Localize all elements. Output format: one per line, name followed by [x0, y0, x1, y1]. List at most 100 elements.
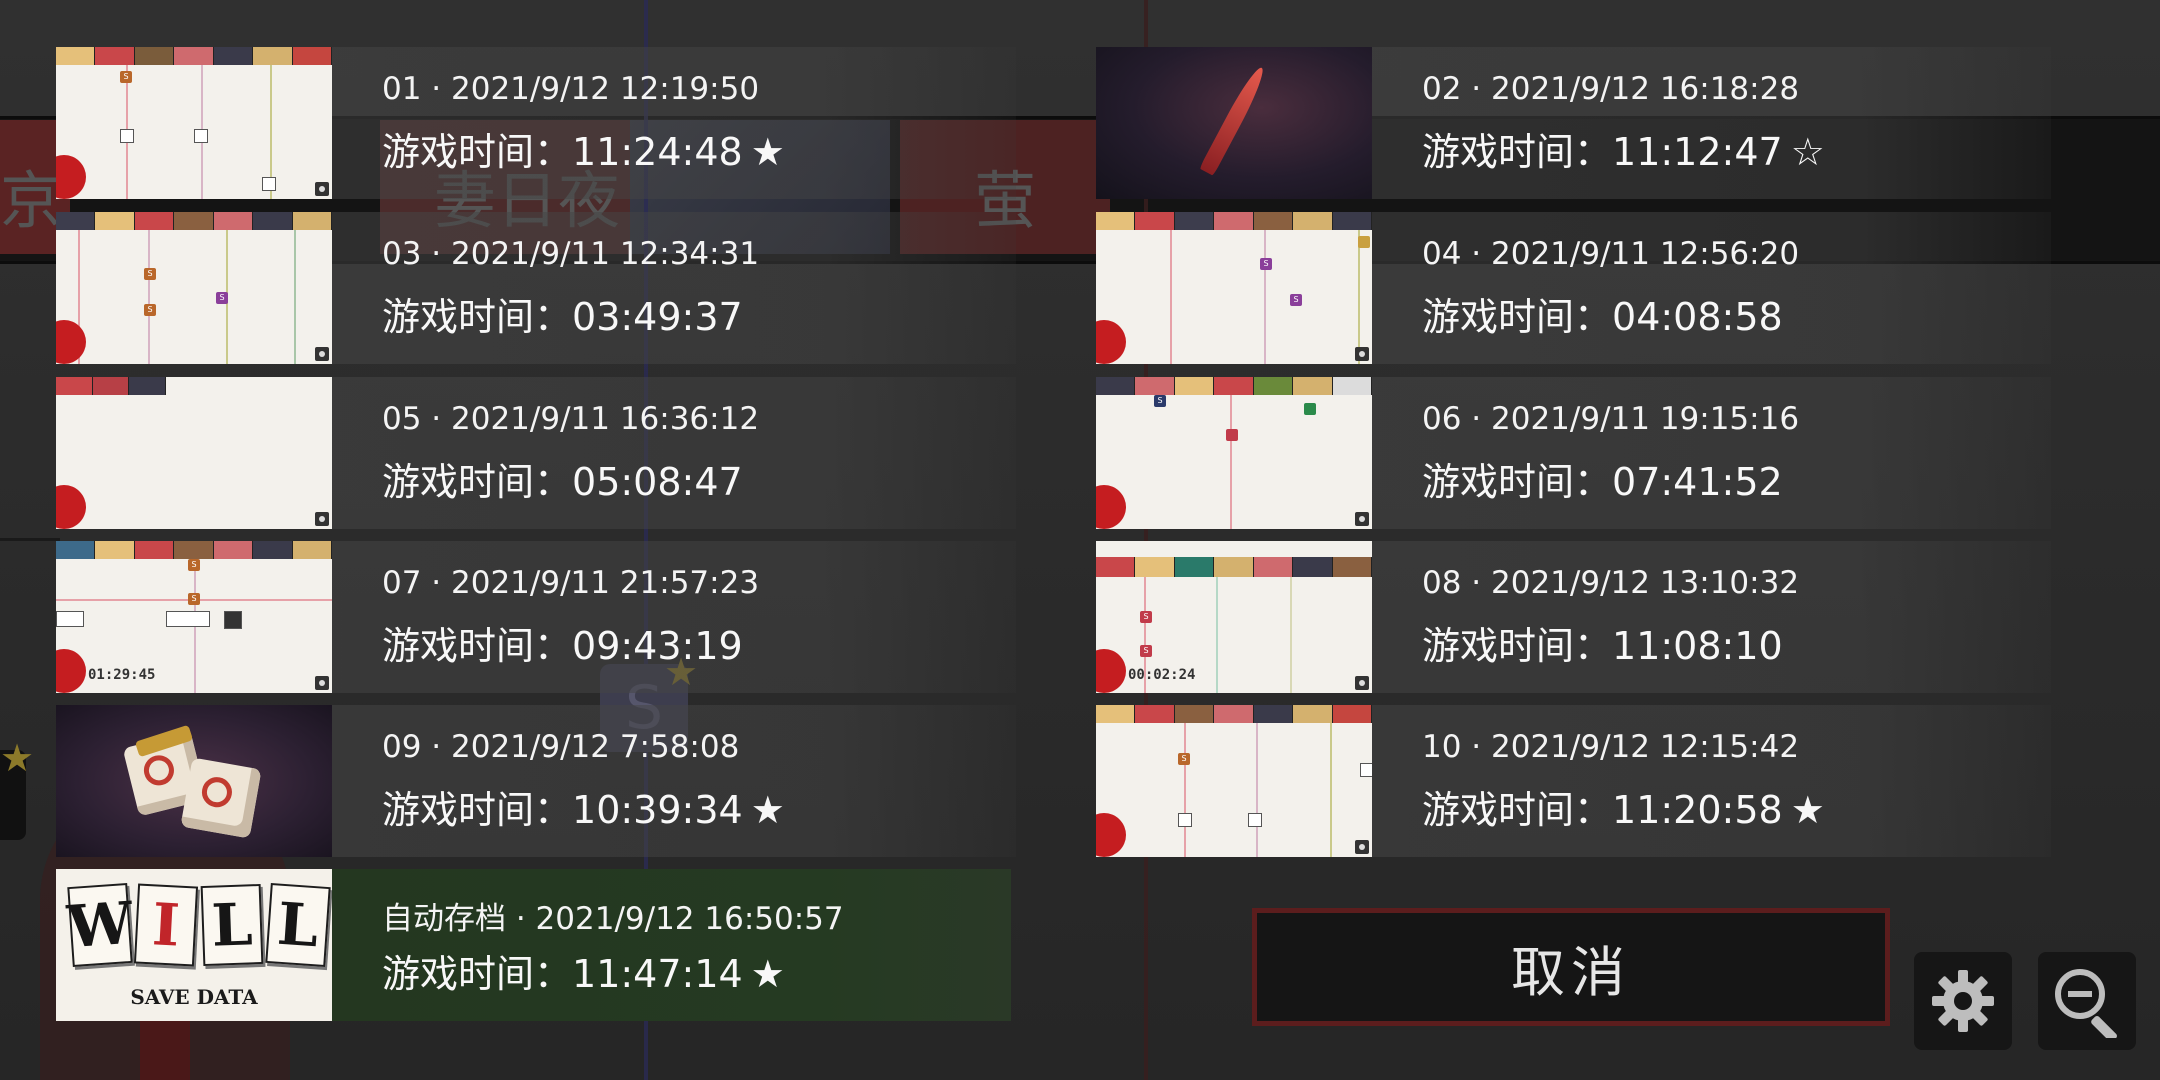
playtime-value: 11:24:48: [572, 130, 743, 174]
thumb-gear-icon: [315, 347, 329, 361]
thumb-postbox: [56, 320, 86, 364]
thumb-card: [1248, 813, 1262, 827]
favorite-star-icon[interactable]: ★: [751, 130, 785, 174]
playtime-value: 03:49:37: [572, 295, 743, 339]
thumb-character-bar: [56, 541, 332, 559]
slot-date: 自动存档 · 2021/9/12 16:50:57: [382, 901, 844, 937]
save-slot-07[interactable]: S S 01:29:45 07 · 2021/9/11 21:57:23 游戏时…: [56, 541, 1016, 693]
thumb-die: [180, 757, 262, 839]
slot-thumbnail: [56, 705, 332, 857]
thumb-postbox: [1096, 813, 1126, 857]
slot-playtime: 游戏时间：03:49:37: [382, 286, 751, 341]
thumb-s-tile: [1358, 236, 1370, 248]
thumb-character-bar: [1096, 377, 1372, 395]
thumb-card: [194, 129, 208, 143]
cancel-button[interactable]: 取消: [1252, 908, 1890, 1026]
logo-subtitle: SAVE DATA: [130, 985, 258, 1009]
save-slot-08[interactable]: S S 00:02:24 08 · 2021/9/12 13:10:32 游戏时…: [1096, 541, 2056, 693]
thumb-character-bar: [1096, 557, 1372, 577]
thumb-card: [262, 177, 276, 191]
thumb-card: [1178, 813, 1192, 827]
thumb-card: [224, 611, 242, 629]
slot-date: 04 · 2021/9/11 12:56:20: [1422, 236, 1800, 272]
thumb-gear-icon: [1355, 676, 1369, 690]
thumb-card: [56, 611, 84, 627]
save-slot-10[interactable]: S 10 · 2021/9/12 12:15:42 游戏时间：11:20:58 ★: [1096, 705, 2056, 857]
slot-date: 05 · 2021/9/11 16:36:12: [382, 401, 760, 437]
thumb-s-tile: S: [1140, 645, 1152, 657]
thumb-character-bar: [56, 212, 332, 230]
favorite-star-icon[interactable]: ☆: [1791, 130, 1825, 174]
playtime-value: 07:41:52: [1612, 460, 1783, 504]
thumb-route-line: [1216, 577, 1218, 693]
gear-icon: [1932, 970, 1994, 1032]
slot-date: 02 · 2021/9/12 16:18:28: [1422, 71, 1800, 107]
background-star-icon: ★: [0, 736, 35, 780]
save-slot-01[interactable]: S 01 · 2021/9/12 12:19:50 游戏时间：11:24:48 ★: [56, 47, 1016, 199]
thumb-gear-icon: [315, 676, 329, 690]
thumb-s-tile: S: [188, 559, 200, 571]
slot-thumbnail: S: [1096, 377, 1372, 529]
playtime-value: 11:08:10: [1612, 624, 1783, 668]
slot-thumbnail: S: [1096, 705, 1372, 857]
favorite-star-icon[interactable]: ★: [751, 788, 785, 832]
thumb-route-line: [148, 230, 150, 364]
playtime-label: 游戏时间：: [382, 295, 573, 339]
slot-date: 09 · 2021/9/12 7:58:08: [382, 729, 740, 765]
thumb-s-tile: S: [216, 292, 228, 304]
slot-thumbnail: [56, 377, 332, 529]
will-logo: W I L L: [65, 883, 331, 967]
slot-playtime: 游戏时间：09:43:19: [382, 615, 751, 670]
thumb-s-tile: [1226, 429, 1238, 441]
settings-button[interactable]: [1914, 952, 2012, 1050]
zoom-button[interactable]: [2038, 952, 2136, 1050]
thumb-character-bar: [56, 377, 167, 395]
thumb-postbox: [56, 155, 86, 199]
playtime-label: 游戏时间：: [382, 624, 573, 668]
slot-thumbnail: [1096, 47, 1372, 199]
thumb-route-line: [1184, 723, 1186, 857]
thumb-s-tile: S: [1290, 294, 1302, 306]
slot-playtime: 游戏时间：11:08:10: [1422, 615, 1791, 670]
background-name: 京: [0, 164, 63, 237]
thumb-s-tile: S: [120, 71, 132, 83]
save-slot-09[interactable]: 09 · 2021/9/12 7:58:08 游戏时间：10:39:34 ★: [56, 705, 1016, 857]
slot-playtime: 游戏时间：05:08:47: [382, 451, 751, 506]
thumb-s-tile: S: [188, 593, 200, 605]
playtime-label: 游戏时间：: [1422, 624, 1613, 668]
slot-playtime: 游戏时间：11:20:58 ★: [1422, 779, 1825, 834]
thumb-route-line: [1230, 395, 1232, 529]
thumb-character-bar: [1096, 705, 1372, 723]
slot-playtime: 游戏时间：11:47:14 ★: [382, 943, 785, 998]
logo-letter: L: [200, 883, 264, 967]
slot-thumbnail: S S 01:29:45: [56, 541, 332, 693]
save-slot-02[interactable]: 02 · 2021/9/12 16:18:28 游戏时间：11:12:47 ☆: [1096, 47, 2056, 199]
playtime-label: 游戏时间：: [1422, 295, 1613, 339]
autosave-slot[interactable]: W I L L SAVE DATA 自动存档 · 2021/9/12 16:50…: [56, 869, 1016, 1021]
thumb-postbox: [1096, 485, 1126, 529]
logo-letter: I: [133, 883, 199, 967]
playtime-value: 11:20:58: [1612, 788, 1783, 832]
thumb-feather: [1199, 64, 1269, 176]
slot-date: 01 · 2021/9/12 12:19:50: [382, 71, 760, 107]
thumb-route-line: [1170, 230, 1172, 364]
slot-date: 07 · 2021/9/11 21:57:23: [382, 565, 760, 601]
thumb-postbox: [1096, 320, 1126, 364]
favorite-star-icon[interactable]: ★: [1791, 788, 1825, 832]
thumb-route-line: [1264, 230, 1266, 364]
save-slot-06[interactable]: S 06 · 2021/9/11 19:15:16 游戏时间：07:41:52: [1096, 377, 2056, 529]
thumb-route-line: [1330, 723, 1332, 857]
thumb-s-tile: S: [1178, 753, 1190, 765]
playtime-label: 游戏时间：: [382, 788, 573, 832]
save-slot-05[interactable]: 05 · 2021/9/11 16:36:12 游戏时间：05:08:47: [56, 377, 1016, 529]
thumb-route-line: [1290, 577, 1292, 693]
thumb-s-tile: S: [144, 268, 156, 280]
thumb-timer: 01:29:45: [88, 667, 156, 683]
slot-playtime: 游戏时间：11:12:47 ☆: [1422, 121, 1825, 176]
thumb-card: [166, 611, 210, 627]
favorite-star-icon[interactable]: ★: [751, 952, 785, 996]
slot-playtime: 游戏时间：07:41:52: [1422, 451, 1791, 506]
save-slot-04[interactable]: S S 04 · 2021/9/11 12:56:20 游戏时间：04:08:5…: [1096, 212, 2056, 364]
save-slot-03[interactable]: S S S 03 · 2021/9/11 12:34:31 游戏时间：03:49…: [56, 212, 1016, 364]
playtime-value: 04:08:58: [1612, 295, 1783, 339]
